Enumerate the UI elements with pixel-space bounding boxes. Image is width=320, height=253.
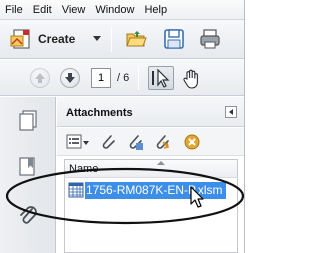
next-page-icon xyxy=(65,73,75,83)
attachments-icon[interactable] xyxy=(17,203,39,227)
attachments-list: 1756-RM087K-EN-P.xlsm xyxy=(64,177,238,253)
page-count: / 6 xyxy=(117,72,130,84)
previous-page-button[interactable] xyxy=(30,68,50,88)
previous-page-icon xyxy=(35,73,45,83)
select-tool-icon xyxy=(152,68,170,88)
acrobat-window: File Edit View Window Help Create 1 / 6 … xyxy=(0,0,245,253)
save-attachment-icon[interactable] xyxy=(126,133,144,151)
excel-file-icon xyxy=(68,182,84,198)
menu-bar: File Edit View Window Help xyxy=(0,0,244,20)
attachment-filename[interactable]: 1756-RM087K-EN-P.xlsm xyxy=(85,181,226,199)
attachments-list-header: Name xyxy=(64,159,238,177)
page-navigation-toolbar: 1 / 6 xyxy=(0,60,244,96)
panel-title: Attachments xyxy=(66,107,133,119)
toolbar-divider xyxy=(138,66,139,90)
open-attachment-icon[interactable] xyxy=(99,133,117,151)
open-folder-icon[interactable] xyxy=(125,28,147,50)
page-thumbnails-icon[interactable] xyxy=(17,109,39,133)
collapse-panel-icon[interactable] xyxy=(225,106,237,118)
bookmarks-icon[interactable] xyxy=(17,155,39,179)
delete-attachment-icon[interactable] xyxy=(183,133,201,151)
print-icon[interactable] xyxy=(199,28,221,50)
column-header-name[interactable]: Name xyxy=(69,163,98,175)
navigation-pane xyxy=(0,97,56,253)
menu-window[interactable]: Window xyxy=(90,0,139,20)
create-pdf-icon[interactable] xyxy=(9,27,33,51)
list-item[interactable]: 1756-RM087K-EN-P.xlsm xyxy=(68,181,236,199)
attachments-panel-header: Attachments xyxy=(57,97,244,127)
menu-edit[interactable]: Edit xyxy=(28,0,57,20)
next-page-button[interactable] xyxy=(60,68,80,88)
hand-tool-icon[interactable] xyxy=(181,68,203,90)
sort-indicator-icon xyxy=(157,161,165,165)
create-dropdown-icon[interactable] xyxy=(93,36,101,41)
attachments-toolbar xyxy=(57,128,244,156)
menu-help[interactable]: Help xyxy=(139,0,172,20)
add-attachment-icon[interactable] xyxy=(153,133,171,151)
menu-view[interactable]: View xyxy=(57,0,91,20)
attachments-panel: Attachments Name 1756-RM087K-EN-P.xlsm xyxy=(57,97,244,253)
toolbar-divider xyxy=(111,28,112,52)
page-number-input[interactable]: 1 xyxy=(91,68,111,88)
options-menu-icon[interactable] xyxy=(66,133,90,151)
main-toolbar: Create xyxy=(0,20,244,59)
create-button[interactable]: Create xyxy=(38,32,75,46)
save-icon[interactable] xyxy=(163,28,185,50)
select-tool-button[interactable] xyxy=(148,66,174,90)
menu-file[interactable]: File xyxy=(0,0,28,20)
